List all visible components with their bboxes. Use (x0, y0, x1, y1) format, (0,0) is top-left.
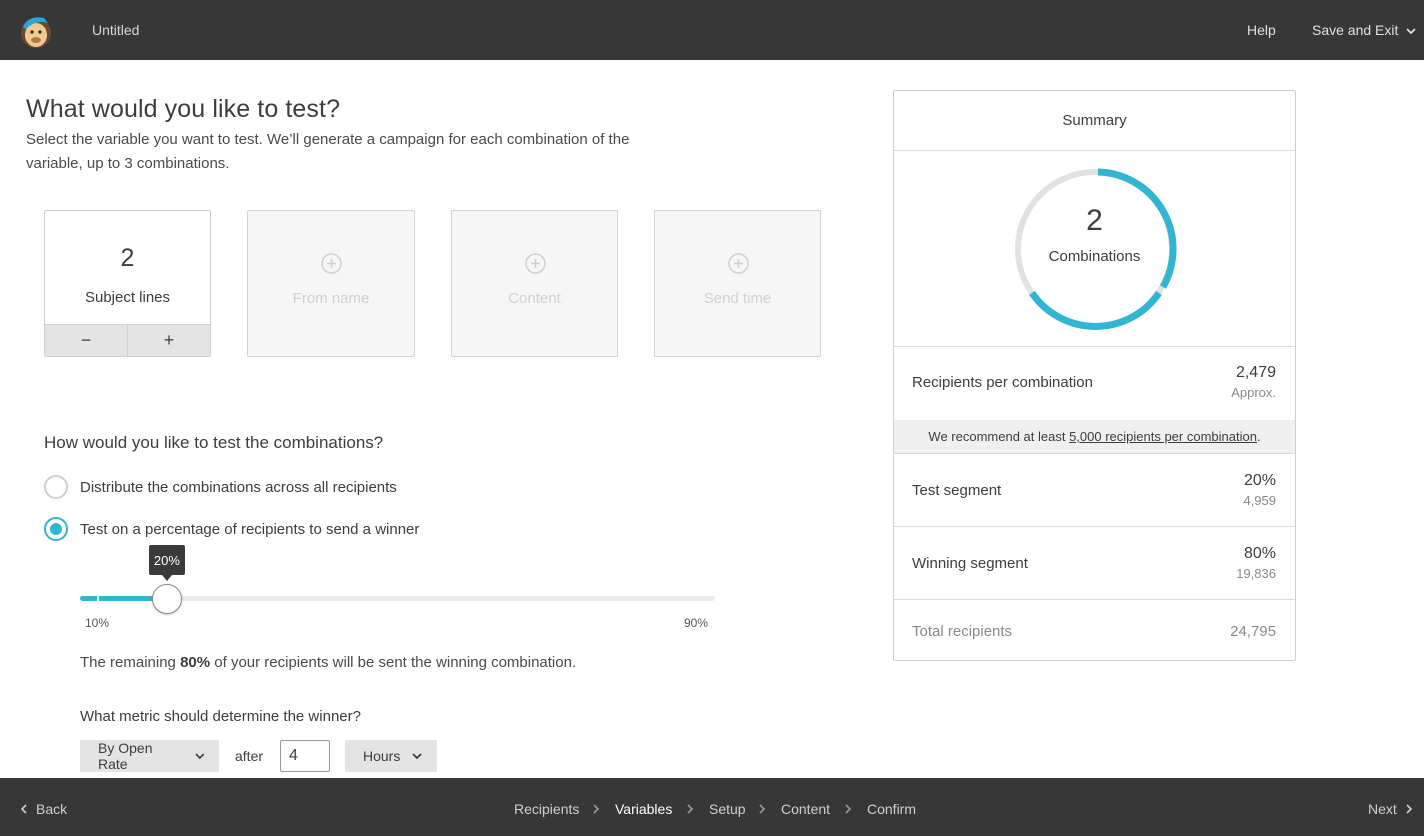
radio-test-percentage[interactable] (44, 517, 68, 541)
next-label: Next (1368, 801, 1397, 817)
step-content[interactable]: Content (781, 801, 830, 817)
subject-lines-label: Subject lines (84, 289, 171, 306)
remaining-percent: 80% (180, 654, 211, 671)
recommend-link[interactable]: 5,000 recipients per combination (1069, 429, 1257, 444)
duration-unit-select[interactable]: Hours (345, 740, 437, 772)
total-recipients-value: 24,795 (1230, 623, 1276, 640)
recommend-note: We recommend at least 5,000 recipients p… (894, 420, 1295, 454)
metric-select-value: By Open Rate (98, 740, 153, 772)
variable-card-content[interactable]: Content (451, 210, 618, 357)
option-test-percentage-label[interactable]: Test on a percentage of recipients to se… (80, 521, 419, 538)
help-link[interactable]: Help (1247, 22, 1276, 38)
campaign-title[interactable]: Untitled (92, 22, 139, 38)
remaining-suffix: of your recipients will be sent the winn… (210, 654, 577, 671)
winning-segment-row: Winning segment 80% 19,836 (894, 526, 1295, 599)
slider-value-tooltip: 20% (148, 545, 185, 581)
chevron-right-icon (687, 804, 694, 814)
recipients-per-combination-value: 2,479 (1235, 364, 1276, 381)
add-circle-icon (321, 253, 342, 274)
duration-unit-value: Hours (363, 748, 401, 764)
page-title: What would you like to test? (26, 95, 341, 123)
add-circle-icon (525, 253, 546, 274)
slider-max-label: 90% (684, 616, 709, 630)
recipients-per-combination-row: Recipients per combination 2,479 Approx. (894, 346, 1295, 420)
slider-handle[interactable] (151, 584, 182, 614)
send-time-label: Send time (703, 290, 772, 307)
option-distribute-all[interactable]: Distribute the combinations across all r… (44, 475, 397, 499)
save-and-exit-label: Save and Exit (1312, 22, 1399, 38)
option-distribute-all-label[interactable]: Distribute the combinations across all r… (80, 479, 397, 496)
total-recipients-label: Total recipients (912, 623, 1013, 640)
option-test-percentage[interactable]: Test on a percentage of recipients to se… (44, 517, 419, 541)
winning-segment-value: 80% (1243, 545, 1276, 562)
save-and-exit-button[interactable]: Save and Exit (1312, 22, 1417, 38)
chevron-right-icon (1406, 804, 1412, 814)
decrement-button[interactable]: − (45, 325, 128, 356)
radio-distribute-all[interactable] (44, 475, 68, 499)
variable-card-send-time[interactable]: Send time (654, 210, 821, 357)
subject-lines-stepper: − + (45, 324, 210, 356)
metric-select[interactable]: By Open Rate (80, 740, 219, 772)
back-button[interactable]: Back (20, 801, 67, 817)
metric-title: What metric should determine the winner? (80, 708, 361, 725)
test-method-title: How would you like to test the combinati… (44, 433, 384, 452)
chevron-right-icon (759, 804, 766, 814)
variable-card-subject-lines[interactable]: 2 Subject lines − + (44, 210, 211, 357)
from-name-label: From name (292, 290, 370, 307)
after-label: after (235, 748, 264, 764)
test-segment-row: Test segment 20% 4,959 (894, 453, 1295, 526)
summary-panel: Summary 2 Combinations Recipients per co… (893, 90, 1296, 661)
subject-lines-count: 2 (120, 244, 135, 272)
total-recipients-row: Total recipients 24,795 (894, 599, 1295, 660)
content-label: Content (508, 290, 561, 307)
add-circle-icon (728, 253, 749, 274)
slider-min-tick (97, 596, 99, 601)
slider-min-label: 10% (85, 616, 110, 630)
chevron-left-icon (20, 804, 27, 814)
recommend-prefix: We recommend at least (928, 429, 1070, 444)
recipients-per-combination-label: Recipients per combination (912, 374, 1093, 391)
recommend-suffix: . (1256, 429, 1261, 444)
step-setup[interactable]: Setup (709, 801, 746, 817)
winning-segment-sub: 19,836 (1236, 566, 1276, 581)
chevron-right-icon (845, 804, 852, 814)
chevron-down-icon (195, 753, 205, 760)
page-intro: Select the variable you want to test. We… (26, 131, 630, 172)
test-segment-value: 20% (1243, 472, 1276, 489)
mailchimp-logo-icon[interactable] (18, 13, 54, 49)
back-label: Back (36, 801, 68, 817)
combinations-count: 2 (1086, 204, 1103, 237)
bottom-navigation-bar: Back Recipients Variables Setup Content … (0, 778, 1424, 836)
remaining-note: The remaining 80% of your recipients wil… (80, 654, 576, 671)
summary-title: Summary (894, 91, 1295, 151)
next-button[interactable]: Next (1368, 801, 1413, 817)
top-bar: Untitled Help Save and Exit (0, 0, 1424, 60)
remaining-prefix: The remaining (80, 654, 181, 671)
test-segment-sub: 4,959 (1243, 493, 1276, 508)
recipients-per-combination-sub: Approx. (1231, 385, 1276, 400)
increment-button[interactable]: + (128, 325, 210, 356)
step-recipients[interactable]: Recipients (514, 801, 579, 817)
chevron-down-icon (412, 753, 422, 760)
step-confirm[interactable]: Confirm (867, 801, 916, 817)
duration-input[interactable] (280, 740, 330, 772)
chevron-down-icon (1406, 28, 1417, 35)
variable-card-from-name[interactable]: From name (247, 210, 415, 357)
test-segment-label: Test segment (912, 482, 1002, 499)
chevron-right-icon (593, 804, 600, 814)
step-variables[interactable]: Variables (615, 801, 672, 817)
winning-segment-label: Winning segment (912, 555, 1028, 572)
combinations-label: Combinations (1048, 248, 1141, 265)
